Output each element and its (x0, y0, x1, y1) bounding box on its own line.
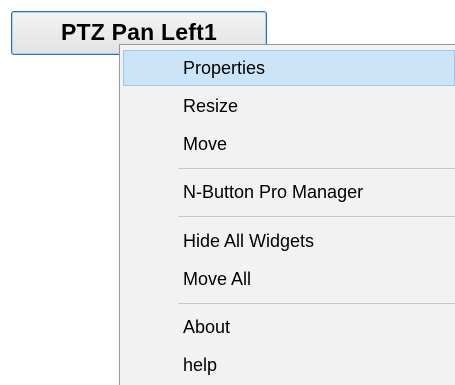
menu-item-label: Move (183, 133, 228, 154)
context-menu: Properties Resize Move N-Button Pro Mana… (119, 44, 455, 385)
menu-item-help[interactable]: help (123, 347, 455, 383)
menu-separator (178, 168, 455, 169)
menu-item-label: help (183, 354, 218, 375)
menu-separator (178, 303, 455, 304)
menu-item-resize[interactable]: Resize (123, 88, 455, 124)
menu-item-label: Move All (183, 268, 252, 289)
menu-item-label: N-Button Pro Manager (183, 181, 364, 202)
menu-item-label: Properties (183, 57, 266, 78)
menu-item-hide-all-widgets[interactable]: Hide All Widgets (123, 223, 455, 259)
menu-item-move[interactable]: Move (123, 126, 455, 162)
menu-item-label: Hide All Widgets (183, 230, 315, 251)
menu-item-n-button-pro-manager[interactable]: N-Button Pro Manager (123, 174, 455, 210)
menu-item-move-all[interactable]: Move All (123, 261, 455, 297)
menu-item-label: Resize (183, 95, 239, 116)
desktop-canvas: PTZ Pan Left1 Properties Resize Move N-B… (0, 0, 455, 385)
menu-separator (178, 216, 455, 217)
menu-item-properties[interactable]: Properties (123, 50, 455, 86)
menu-item-about[interactable]: About (123, 309, 455, 345)
menu-item-label: About (183, 316, 231, 337)
